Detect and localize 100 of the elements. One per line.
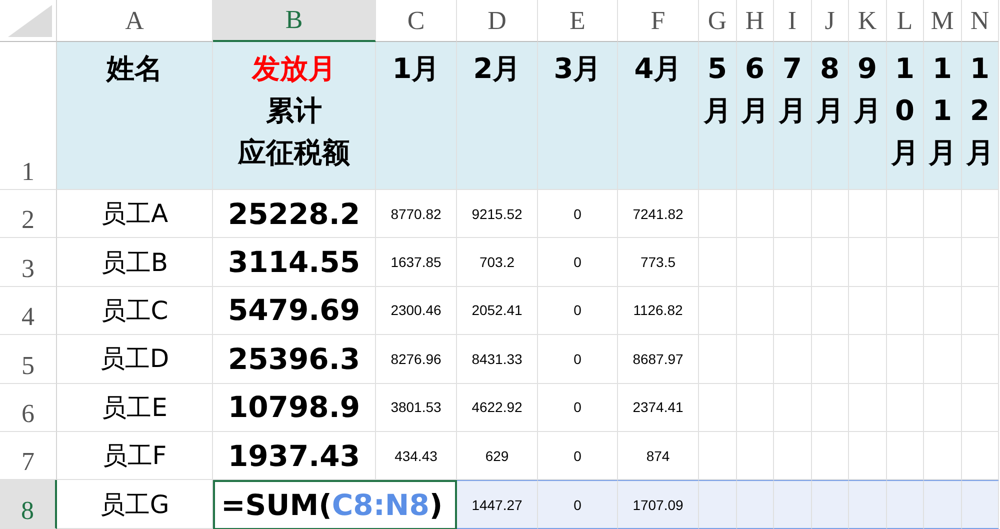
table-cell <box>736 335 774 384</box>
table-cell: 员工D <box>57 335 213 384</box>
table-cell <box>962 432 999 480</box>
column-header[interactable]: L <box>886 0 924 42</box>
table-cell <box>736 480 774 529</box>
table-cell <box>774 286 812 336</box>
table-cell: 10798.9 <box>213 384 376 432</box>
table-cell <box>886 480 924 529</box>
row-header[interactable]: 3 <box>0 238 57 287</box>
header-text: 10月 <box>890 51 919 171</box>
column-header[interactable]: G <box>699 0 736 42</box>
table-cell: 874 <box>618 432 699 480</box>
table-cell: 3114.55 <box>213 238 376 287</box>
table-cell <box>924 335 962 384</box>
header-text: 发放月 <box>252 51 336 87</box>
table-cell <box>924 432 962 480</box>
table-cell <box>812 286 849 336</box>
table-cell: 7241.82 <box>618 190 699 238</box>
table-cell: 25228.2 <box>213 190 376 238</box>
row-header[interactable]: 4 <box>0 286 57 336</box>
table-cell <box>699 335 736 384</box>
table-cell <box>886 335 924 384</box>
table-cell <box>774 432 812 480</box>
table-cell: 0 <box>538 480 618 529</box>
table-cell <box>924 384 962 432</box>
row-header[interactable]: 5 <box>0 335 57 384</box>
header-text: 姓名 <box>106 51 162 87</box>
column-header[interactable]: N <box>962 0 999 42</box>
table-cell: 3801.53 <box>376 384 457 432</box>
row-header[interactable]: 1 <box>0 42 57 190</box>
table-cell: 员工G <box>57 480 213 529</box>
table-cell: 员工E <box>57 384 213 432</box>
table-cell: 员工F <box>57 432 213 480</box>
column-header[interactable]: F <box>618 0 699 42</box>
column-header[interactable]: B <box>213 0 376 42</box>
table-cell <box>736 432 774 480</box>
column-header[interactable]: A <box>57 0 213 42</box>
table-cell <box>849 384 886 432</box>
column-header[interactable]: D <box>457 0 538 42</box>
table-cell <box>774 480 812 529</box>
table-cell <box>962 480 999 529</box>
table-cell: 0 <box>538 190 618 238</box>
header-text: 11月 <box>928 51 956 171</box>
column-header[interactable]: K <box>849 0 886 42</box>
table-cell: 8431.33 <box>457 335 538 384</box>
header-text: 3月 <box>554 51 602 87</box>
header-text: 2月 <box>473 51 521 87</box>
table-cell <box>924 238 962 287</box>
table-cell: 8276.96 <box>376 335 457 384</box>
header-text: 9月 <box>853 51 882 129</box>
select-all-icon[interactable] <box>8 5 52 37</box>
table-cell: 434.43 <box>376 432 457 480</box>
table-cell <box>699 480 736 529</box>
column-header[interactable]: H <box>736 0 774 42</box>
table-cell: 1447.27 <box>457 480 538 529</box>
table-cell: 2052.41 <box>457 286 538 336</box>
header-text: 8月 <box>816 51 844 129</box>
table-cell: 0 <box>538 238 618 287</box>
header-text: 5月 <box>703 51 732 129</box>
table-cell: 0 <box>538 432 618 480</box>
header-text: 7月 <box>778 51 806 129</box>
table-cell <box>774 384 812 432</box>
table-cell <box>849 238 886 287</box>
table-cell: 4622.92 <box>457 384 538 432</box>
table-cell <box>886 286 924 336</box>
table-cell <box>849 335 886 384</box>
table-cell: 629 <box>457 432 538 480</box>
table-cell: 2374.41 <box>618 384 699 432</box>
table-cell: 0 <box>538 335 618 384</box>
column-header[interactable]: E <box>538 0 618 42</box>
table-cell <box>924 286 962 336</box>
header-text: 12月 <box>966 51 994 171</box>
row-header[interactable]: 7 <box>0 432 57 480</box>
table-cell <box>812 384 849 432</box>
table-cell: 0 <box>538 286 618 336</box>
table-cell <box>962 384 999 432</box>
column-header[interactable]: C <box>376 0 457 42</box>
row-header[interactable]: 6 <box>0 384 57 432</box>
table-cell: 1937.43 <box>213 432 376 480</box>
header-text: 4月 <box>634 51 682 87</box>
table-cell: 2300.46 <box>376 286 457 336</box>
column-header[interactable]: J <box>812 0 849 42</box>
row-header[interactable]: 2 <box>0 190 57 238</box>
column-header[interactable]: I <box>774 0 812 42</box>
table-cell: 9215.52 <box>457 190 538 238</box>
table-cell <box>812 480 849 529</box>
table-cell: 5479.69 <box>213 286 376 336</box>
formula-editor[interactable]: =SUM(C8:N8) <box>213 480 457 529</box>
table-cell: 25396.3 <box>213 335 376 384</box>
table-cell: 0 <box>538 384 618 432</box>
table-cell <box>962 238 999 287</box>
table-cell <box>774 238 812 287</box>
column-header[interactable]: M <box>924 0 962 42</box>
table-cell <box>736 384 774 432</box>
table-cell <box>962 335 999 384</box>
row-header[interactable]: 8 <box>0 480 57 529</box>
table-cell: 703.2 <box>457 238 538 287</box>
table-cell: 773.5 <box>618 238 699 287</box>
table-cell <box>812 335 849 384</box>
table-cell <box>812 238 849 287</box>
